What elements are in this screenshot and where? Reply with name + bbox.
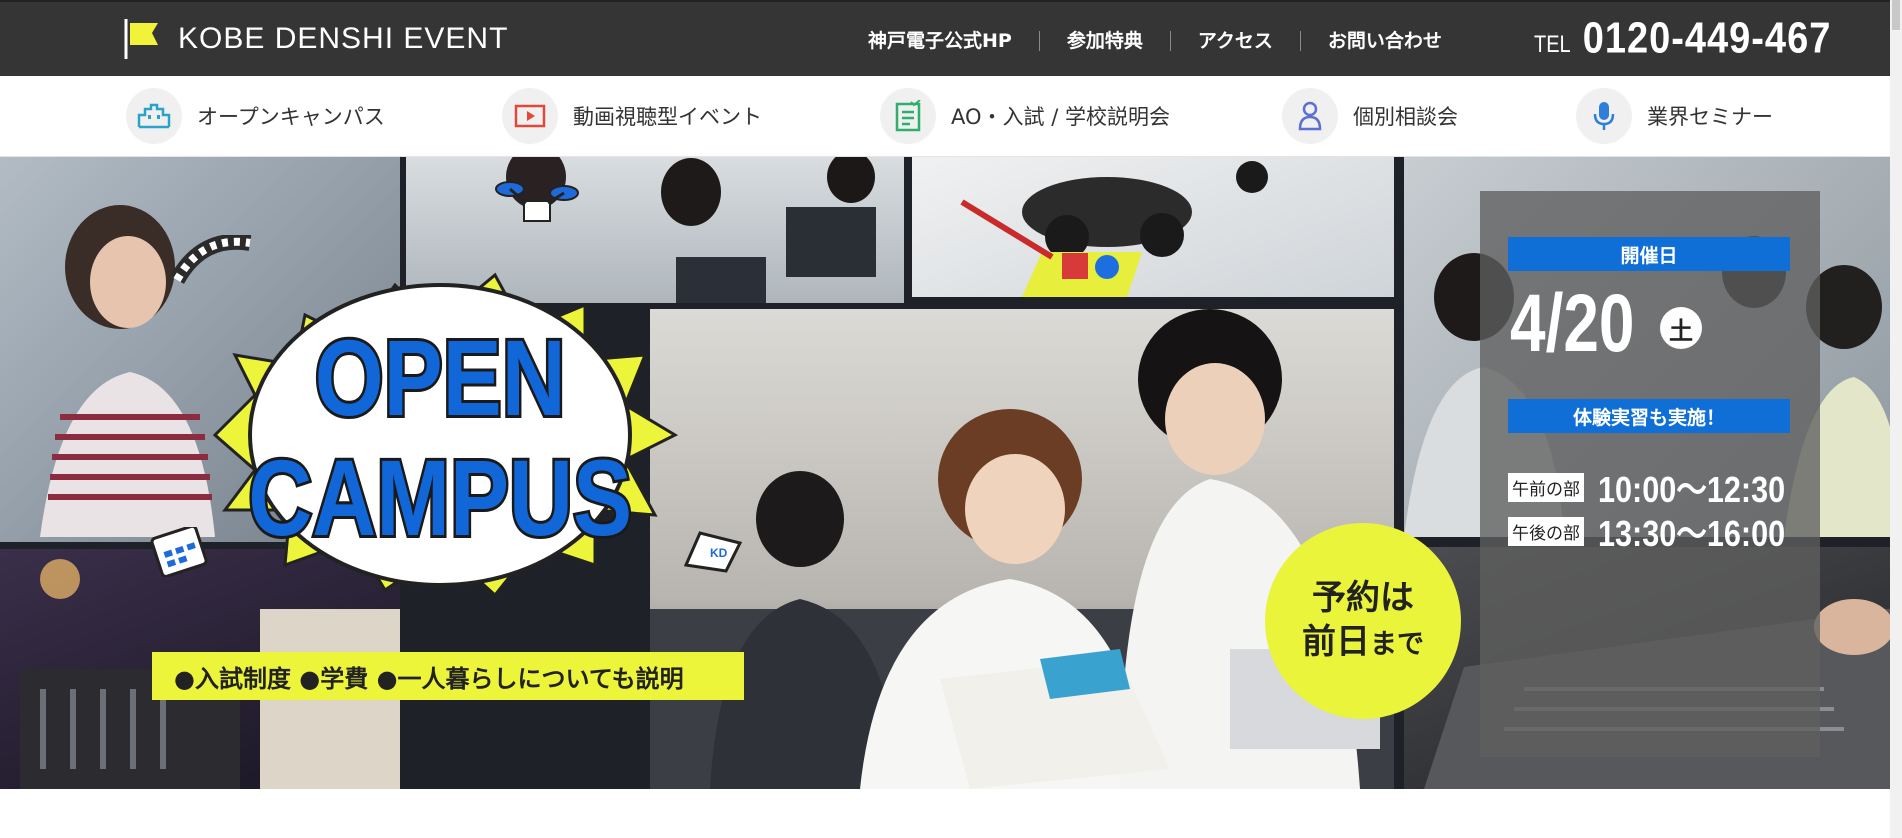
- bubble-line2-small: まで: [1370, 628, 1424, 660]
- afternoon-slot: 午後の部 13:30〜16:00: [1508, 505, 1818, 557]
- category-ao-admission[interactable]: AO・入試 / 学校説明会: [880, 88, 1170, 144]
- category-label: 業界セミナー: [1647, 105, 1773, 129]
- campus-title: CAMPUS: [248, 438, 632, 558]
- film-reel-icon: [170, 233, 252, 285]
- event-date: 4/20: [1510, 278, 1635, 369]
- kd-tag: KD: [710, 546, 728, 560]
- building-icon: [126, 88, 182, 144]
- page-scrollbar[interactable]: [1890, 0, 1902, 838]
- bubble-line2: 前日まで: [1302, 620, 1424, 667]
- nav-access[interactable]: アクセス: [1169, 31, 1300, 51]
- tel-number: 0120-449-467: [1582, 14, 1832, 64]
- slot-tag: 午前の部: [1508, 472, 1584, 502]
- nav-official-hp[interactable]: 神戸電子公式HP: [854, 31, 1039, 51]
- open-campus-logo: OPEN CAMPUS: [195, 245, 685, 605]
- flag-icon: [122, 17, 164, 61]
- category-label: 個別相談会: [1353, 105, 1458, 129]
- brand-logo[interactable]: KOBE DENSHI EVENT: [122, 16, 508, 62]
- hero-banner[interactable]: OPEN CAMPUS KD ●入試制度 ●学費 ●一人暮らしについても説明 予…: [0, 157, 1902, 789]
- category-video-event[interactable]: 動画視聴型イベント: [502, 88, 762, 144]
- microphone-icon: [1576, 88, 1632, 144]
- photo-students-brochure: [650, 309, 1394, 789]
- event-category-nav: オープンキャンパス 動画視聴型イベント AO・入試 / 学校説明会 個別相談会 …: [0, 76, 1902, 157]
- slot-tag: 午後の部: [1508, 516, 1584, 546]
- category-open-campus[interactable]: オープンキャンパス: [126, 88, 385, 144]
- document-check-icon: [880, 88, 936, 144]
- nav-benefits[interactable]: 参加特典: [1038, 31, 1170, 51]
- category-label: AO・入試 / 学校説明会: [951, 105, 1170, 129]
- tel-label: TEL: [1534, 31, 1571, 59]
- experience-label: 体験実習も実施！: [1508, 399, 1790, 433]
- info-band: ●入試制度 ●学費 ●一人暮らしについても説明: [152, 652, 744, 700]
- event-date-label: 開催日: [1508, 237, 1790, 271]
- category-industry-seminar[interactable]: 業界セミナー: [1576, 88, 1773, 144]
- event-weekday: 土: [1660, 307, 1702, 349]
- category-label: 動画視聴型イベント: [573, 105, 762, 129]
- calculator-icon: [150, 524, 210, 578]
- top-nav: 神戸電子公式HP 参加特典 アクセス お問い合わせ: [854, 24, 1469, 58]
- event-info-panel: 開催日 4/20 土 体験実習も実施！ 午前の部 10:00〜12:30 午後の…: [1480, 191, 1820, 757]
- band-text: ●入試制度 ●学費 ●一人暮らしについても説明: [174, 664, 684, 693]
- nav-contact[interactable]: お問い合わせ: [1299, 31, 1469, 51]
- photo-rc-car: [912, 157, 1394, 297]
- scrollbar-thumb[interactable]: [1892, 0, 1900, 30]
- drone-icon: [492, 179, 582, 239]
- brand-name: KOBE DENSHI EVENT: [178, 22, 509, 55]
- category-label: オープンキャンパス: [197, 105, 385, 129]
- bubble-line1: 予約は: [1312, 577, 1414, 618]
- video-play-icon: [502, 88, 558, 144]
- category-individual-consult[interactable]: 個別相談会: [1282, 88, 1458, 144]
- top-header: KOBE DENSHI EVENT 神戸電子公式HP 参加特典 アクセス お問い…: [0, 0, 1902, 76]
- slot-time: 13:30〜16:00: [1598, 513, 1786, 554]
- open-title: OPEN: [315, 318, 566, 438]
- phone-number[interactable]: TEL 0120-449-467: [1534, 14, 1832, 64]
- kd-booklet-icon: KD: [680, 529, 744, 573]
- bubble-line2-main: 前日: [1302, 621, 1370, 662]
- reservation-bubble: 予約は 前日まで: [1265, 523, 1461, 719]
- person-icon: [1282, 88, 1338, 144]
